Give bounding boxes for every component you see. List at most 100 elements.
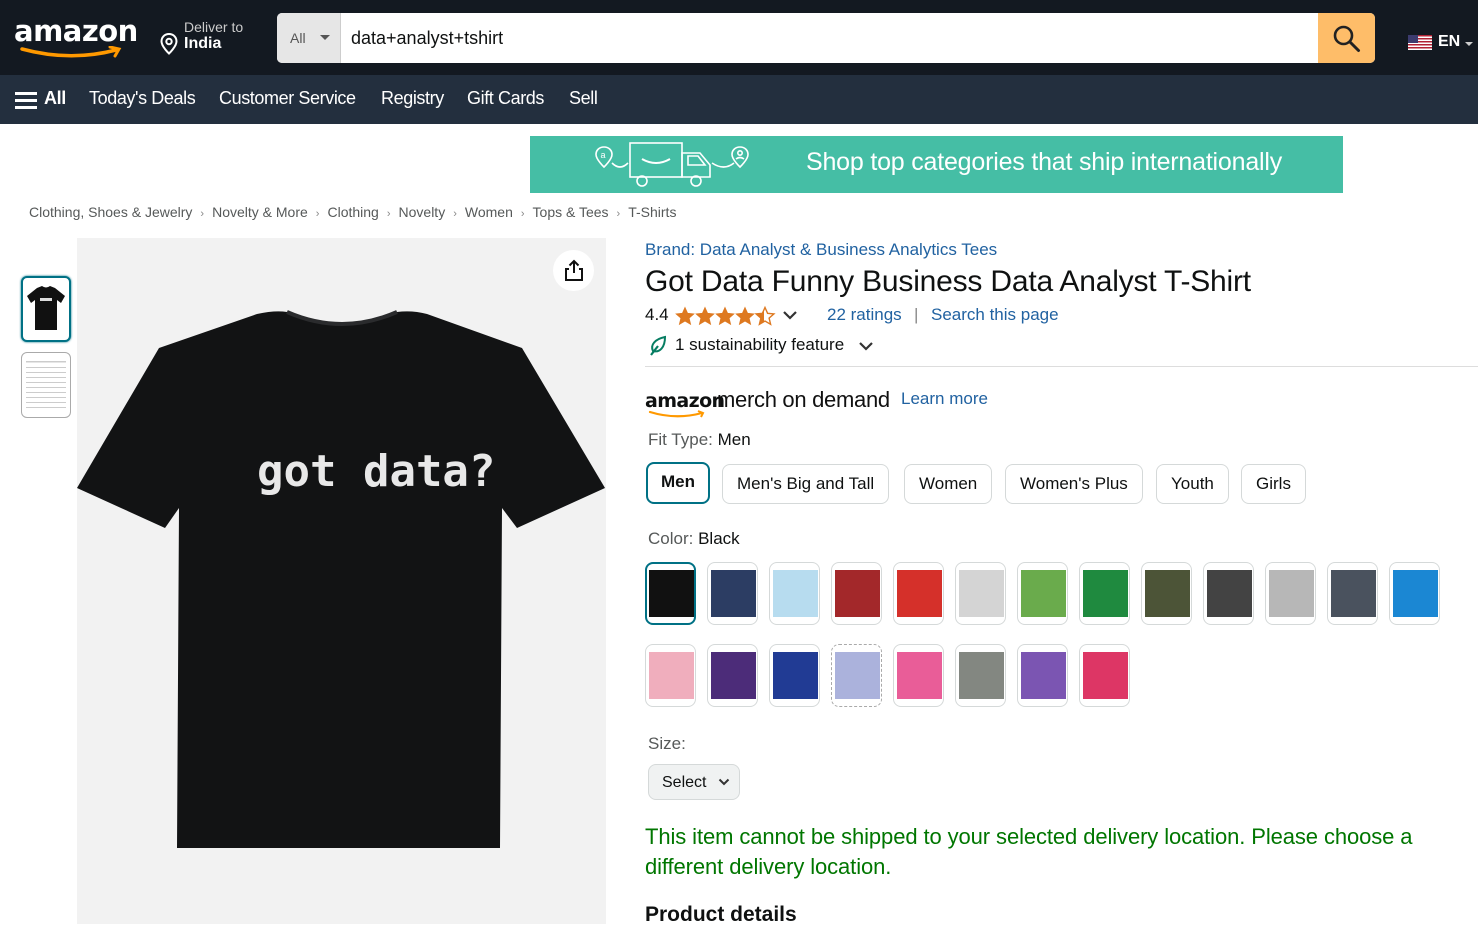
search-category-dropdown[interactable]: All [277, 13, 341, 63]
nav-todays-deals[interactable]: Today's Deals [89, 88, 196, 109]
size-select-dropdown[interactable]: Select [648, 764, 740, 800]
ratings-count-link[interactable]: 22 ratings [827, 305, 902, 325]
chevron-down-icon [859, 342, 873, 351]
color-key: Color: [648, 529, 694, 548]
svg-text:a: a [601, 150, 606, 160]
color-swatch-fill [1393, 570, 1438, 617]
color-swatch-fill [773, 570, 818, 617]
product-main-image[interactable]: got data? [77, 238, 606, 924]
star-rating-icon[interactable] [675, 305, 777, 327]
brand-link[interactable]: Brand: Data Analyst & Business Analytics… [645, 240, 997, 260]
breadcrumb: Clothing, Shoes & Jewelry › Novelty & More… [29, 204, 676, 220]
breadcrumb-item[interactable]: Novelty [399, 204, 446, 220]
nav-registry[interactable]: Registry [381, 88, 444, 109]
nav-gift-cards[interactable]: Gift Cards [467, 88, 544, 109]
search-input[interactable] [351, 13, 1311, 63]
search-button[interactable] [1318, 13, 1375, 63]
share-button[interactable] [553, 250, 594, 291]
size-key: Size: [648, 734, 686, 753]
breadcrumb-item[interactable]: Novelty & More [212, 204, 308, 220]
color-swatch[interactable] [893, 644, 944, 707]
color-swatch[interactable] [1017, 644, 1068, 707]
merch-amazon-logo: amazon [645, 390, 725, 412]
breadcrumb-item[interactable]: Clothing, Shoes & Jewelry [29, 204, 192, 220]
color-swatch-fill [1207, 570, 1252, 617]
color-swatch[interactable] [893, 562, 944, 625]
color-swatch[interactable] [1079, 644, 1130, 707]
fit-option-youth[interactable]: Youth [1156, 464, 1229, 504]
color-swatch-fill [711, 652, 756, 699]
color-swatch-fill [959, 652, 1004, 699]
us-flag-icon [1408, 35, 1432, 50]
breadcrumb-item[interactable]: Clothing [327, 204, 378, 220]
divider [645, 366, 1478, 367]
color-swatch[interactable] [955, 644, 1006, 707]
delivery-truck-icon: a [595, 142, 749, 187]
color-swatch-fill [649, 570, 694, 617]
color-label: Color: Black [648, 529, 740, 549]
fit-type-value: Men [717, 430, 751, 449]
color-swatch-fill [649, 652, 694, 699]
color-swatch-fill [1331, 570, 1376, 617]
fit-option-mens-big-and-tall[interactable]: Men's Big and Tall [722, 464, 890, 504]
color-swatch[interactable] [1265, 562, 1316, 625]
breadcrumb-item[interactable]: Tops & Tees [533, 204, 609, 220]
fit-option-men[interactable]: Men [646, 462, 710, 504]
color-swatch[interactable] [645, 644, 696, 707]
color-swatch[interactable] [1389, 562, 1440, 625]
international-shipping-banner[interactable]: a Shop top categories that ship internat… [530, 136, 1343, 193]
color-swatch[interactable] [1327, 562, 1378, 625]
breadcrumb-separator: › [520, 208, 525, 220]
merch-label: merch on demand [717, 387, 890, 412]
search-bar: All [277, 13, 1375, 63]
color-swatch[interactable] [831, 562, 882, 625]
all-menu-button[interactable]: All [15, 88, 66, 109]
search-this-page-link[interactable]: Search this page [931, 305, 1059, 325]
color-swatch-fill [835, 570, 880, 617]
breadcrumb-item[interactable]: T-Shirts [628, 204, 676, 220]
color-swatch[interactable] [955, 562, 1006, 625]
color-swatch[interactable] [831, 644, 882, 707]
sustainability-label: 1 sustainability feature [675, 335, 845, 354]
logo-smile-icon [20, 46, 122, 58]
shipping-message: This item cannot be shipped to your sele… [645, 824, 1413, 879]
color-swatch-fill [835, 652, 880, 699]
rating-value: 4.4 [645, 305, 669, 324]
hamburger-icon [15, 92, 37, 109]
fit-type-key: Fit Type: [648, 430, 713, 449]
fit-option-girls[interactable]: Girls [1241, 464, 1306, 504]
color-swatch[interactable] [1017, 562, 1068, 625]
thumbnail-size-chart[interactable] [21, 352, 71, 418]
breadcrumb-item[interactable]: Women [465, 204, 513, 220]
location-pin-icon [160, 33, 178, 55]
color-swatch-fill [711, 570, 756, 617]
color-swatch[interactable] [1141, 562, 1192, 625]
color-swatch-fill [1083, 652, 1128, 699]
fit-option-womens-plus[interactable]: Women's Plus [1005, 464, 1143, 504]
breadcrumb-separator: › [315, 208, 320, 220]
tshirt-thumbnail-image [27, 286, 65, 330]
color-swatch[interactable] [645, 562, 696, 625]
chevron-down-icon [718, 778, 730, 786]
color-swatch[interactable] [1079, 562, 1130, 625]
color-swatch[interactable] [769, 644, 820, 707]
color-swatch[interactable] [707, 562, 758, 625]
product-title: Got Data Funny Business Data Analyst T-S… [645, 265, 1251, 298]
color-swatch[interactable] [769, 562, 820, 625]
all-menu-label: All [44, 88, 66, 108]
chevron-down-icon[interactable] [782, 310, 798, 320]
tshirt-print-text: got data? [257, 446, 495, 497]
amazon-logo[interactable]: amazon [14, 14, 138, 48]
color-swatch[interactable] [707, 644, 758, 707]
nav-sell[interactable]: Sell [569, 88, 598, 109]
learn-more-link[interactable]: Learn more [901, 389, 988, 409]
color-swatch-fill [1021, 570, 1066, 617]
thumbnail-front[interactable] [21, 276, 71, 342]
color-swatch-fill [773, 652, 818, 699]
nav-customer-service[interactable]: Customer Service [219, 88, 356, 109]
fit-option-women[interactable]: Women [904, 464, 993, 504]
color-swatch-fill [959, 570, 1004, 617]
color-swatch[interactable] [1203, 562, 1254, 625]
banner-text: Shop top categories that ship internatio… [806, 148, 1283, 176]
breadcrumb-separator: › [616, 208, 621, 220]
